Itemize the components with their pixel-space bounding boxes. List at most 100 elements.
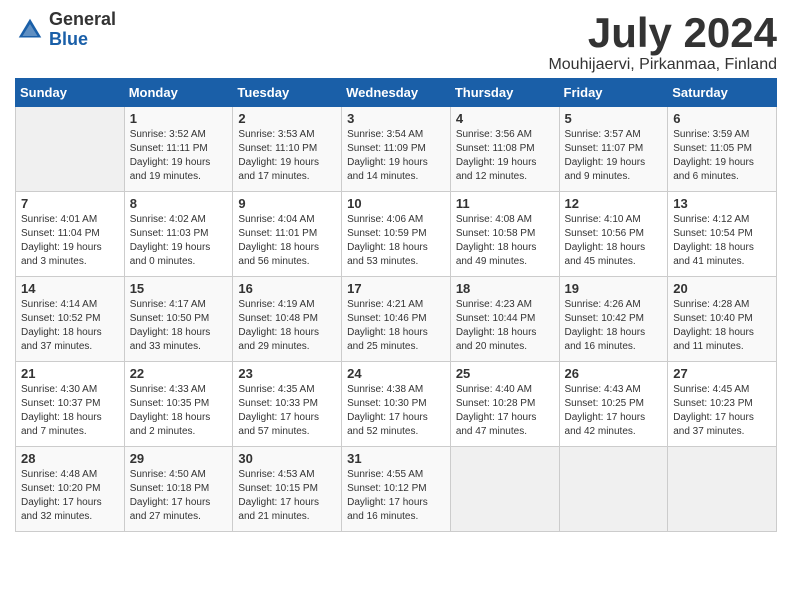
weekday-header: Wednesday: [342, 79, 451, 107]
day-number: 28: [21, 451, 119, 466]
day-number: 17: [347, 281, 445, 296]
logo-blue: Blue: [49, 30, 116, 50]
day-info: Sunrise: 3:59 AMSunset: 11:05 PMDaylight…: [673, 128, 771, 184]
calendar-cell: [559, 447, 668, 532]
logo-icon: [15, 15, 45, 45]
day-info: Sunrise: 3:54 AMSunset: 11:09 PMDaylight…: [347, 128, 445, 184]
day-info: Sunrise: 4:17 AMSunset: 10:50 PMDaylight…: [130, 298, 228, 354]
day-info: Sunrise: 4:21 AMSunset: 10:46 PMDaylight…: [347, 298, 445, 354]
day-number: 31: [347, 451, 445, 466]
day-info: Sunrise: 4:06 AMSunset: 10:59 PMDaylight…: [347, 213, 445, 269]
calendar-cell: 5 Sunrise: 3:57 AMSunset: 11:07 PMDayligh…: [559, 107, 668, 192]
day-number: 23: [238, 366, 336, 381]
day-number: 1: [130, 111, 228, 126]
day-number: 29: [130, 451, 228, 466]
calendar-cell: 11 Sunrise: 4:08 AMSunset: 10:58 PMDaylig…: [450, 192, 559, 277]
day-info: Sunrise: 4:04 AMSunset: 11:01 PMDaylight…: [238, 213, 336, 269]
weekday-header: Tuesday: [233, 79, 342, 107]
day-info: Sunrise: 4:53 AMSunset: 10:15 PMDaylight…: [238, 468, 336, 524]
calendar-cell: 19Sunrise: 4:26 AMSunset: 10:42 PMDaylig…: [559, 277, 668, 362]
day-info: Sunrise: 4:38 AMSunset: 10:30 PMDaylight…: [347, 383, 445, 439]
day-number: 6: [673, 111, 771, 126]
header-row: SundayMondayTuesdayWednesdayThursdayFrid…: [16, 79, 777, 107]
calendar-cell: 1 Sunrise: 3:52 AMSunset: 11:11 PMDayligh…: [124, 107, 233, 192]
day-info: Sunrise: 4:35 AMSunset: 10:33 PMDaylight…: [238, 383, 336, 439]
day-info: Sunrise: 4:12 AMSunset: 10:54 PMDaylight…: [673, 213, 771, 269]
calendar-cell: 17 Sunrise: 4:21 AMSunset: 10:46 PMDaylig…: [342, 277, 451, 362]
calendar-cell: 2 Sunrise: 3:53 AMSunset: 11:10 PMDayligh…: [233, 107, 342, 192]
calendar-week-row: 7 Sunrise: 4:01 AMSunset: 11:04 PMDayligh…: [16, 192, 777, 277]
day-info: Sunrise: 4:45 AMSunset: 10:23 PMDaylight…: [673, 383, 771, 439]
day-number: 3: [347, 111, 445, 126]
logo-general: General: [49, 10, 116, 30]
calendar-cell: 22Sunrise: 4:33 AMSunset: 10:35 PMDaylig…: [124, 362, 233, 447]
calendar-week-row: 21Sunrise: 4:30 AMSunset: 10:37 PMDaylig…: [16, 362, 777, 447]
day-info: Sunrise: 3:52 AMSunset: 11:11 PMDaylight…: [130, 128, 228, 184]
day-number: 18: [456, 281, 554, 296]
day-number: 16: [238, 281, 336, 296]
day-info: Sunrise: 4:01 AMSunset: 11:04 PMDaylight…: [21, 213, 119, 269]
calendar-cell: 14Sunrise: 4:14 AMSunset: 10:52 PMDaylig…: [16, 277, 125, 362]
day-number: 8: [130, 196, 228, 211]
calendar-cell: 16 Sunrise: 4:19 AMSunset: 10:48 PMDaylig…: [233, 277, 342, 362]
calendar-cell: 10 Sunrise: 4:06 AMSunset: 10:59 PMDaylig…: [342, 192, 451, 277]
day-number: 4: [456, 111, 554, 126]
day-number: 2: [238, 111, 336, 126]
day-info: Sunrise: 4:50 AMSunset: 10:18 PMDaylight…: [130, 468, 228, 524]
calendar-cell: 26Sunrise: 4:43 AMSunset: 10:25 PMDaylig…: [559, 362, 668, 447]
calendar-cell: 9 Sunrise: 4:04 AMSunset: 11:01 PMDayligh…: [233, 192, 342, 277]
title-block: July 2024 Mouhijaervi, Pirkanmaa, Finlan…: [548, 10, 777, 74]
calendar-cell: 31 Sunrise: 4:55 AMSunset: 10:12 PMDaylig…: [342, 447, 451, 532]
day-number: 5: [565, 111, 663, 126]
day-info: Sunrise: 4:48 AMSunset: 10:20 PMDaylight…: [21, 468, 119, 524]
calendar-table: SundayMondayTuesdayWednesdayThursdayFrid…: [15, 78, 777, 532]
calendar-cell: 12 Sunrise: 4:10 AMSunset: 10:56 PMDaylig…: [559, 192, 668, 277]
calendar-cell: 29 Sunrise: 4:50 AMSunset: 10:18 PMDaylig…: [124, 447, 233, 532]
day-info: Sunrise: 3:56 AMSunset: 11:08 PMDaylight…: [456, 128, 554, 184]
calendar-cell: 15 Sunrise: 4:17 AMSunset: 10:50 PMDaylig…: [124, 277, 233, 362]
calendar-cell: 18 Sunrise: 4:23 AMSunset: 10:44 PMDaylig…: [450, 277, 559, 362]
calendar-cell: 13Sunrise: 4:12 AMSunset: 10:54 PMDaylig…: [668, 192, 777, 277]
weekday-header: Thursday: [450, 79, 559, 107]
day-number: 15: [130, 281, 228, 296]
day-info: Sunrise: 4:19 AMSunset: 10:48 PMDaylight…: [238, 298, 336, 354]
calendar-week-row: 14Sunrise: 4:14 AMSunset: 10:52 PMDaylig…: [16, 277, 777, 362]
day-number: 30: [238, 451, 336, 466]
day-info: Sunrise: 4:08 AMSunset: 10:58 PMDaylight…: [456, 213, 554, 269]
day-number: 20: [673, 281, 771, 296]
calendar-cell: [16, 107, 125, 192]
page-header: General Blue July 2024 Mouhijaervi, Pirk…: [15, 10, 777, 74]
logo-text: General Blue: [49, 10, 116, 50]
month-year-title: July 2024: [548, 10, 777, 56]
day-info: Sunrise: 4:33 AMSunset: 10:35 PMDaylight…: [130, 383, 228, 439]
calendar-cell: 6 Sunrise: 3:59 AMSunset: 11:05 PMDayligh…: [668, 107, 777, 192]
day-number: 9: [238, 196, 336, 211]
day-number: 27: [673, 366, 771, 381]
calendar-week-row: 28 Sunrise: 4:48 AMSunset: 10:20 PMDaylig…: [16, 447, 777, 532]
day-number: 24: [347, 366, 445, 381]
day-number: 11: [456, 196, 554, 211]
day-number: 14: [21, 281, 119, 296]
calendar-week-row: 1 Sunrise: 3:52 AMSunset: 11:11 PMDayligh…: [16, 107, 777, 192]
day-info: Sunrise: 4:02 AMSunset: 11:03 PMDaylight…: [130, 213, 228, 269]
logo: General Blue: [15, 10, 116, 50]
day-info: Sunrise: 4:23 AMSunset: 10:44 PMDaylight…: [456, 298, 554, 354]
day-info: Sunrise: 4:40 AMSunset: 10:28 PMDaylight…: [456, 383, 554, 439]
calendar-cell: 21Sunrise: 4:30 AMSunset: 10:37 PMDaylig…: [16, 362, 125, 447]
calendar-cell: 30 Sunrise: 4:53 AMSunset: 10:15 PMDaylig…: [233, 447, 342, 532]
calendar-cell: 20Sunrise: 4:28 AMSunset: 10:40 PMDaylig…: [668, 277, 777, 362]
calendar-cell: 4 Sunrise: 3:56 AMSunset: 11:08 PMDayligh…: [450, 107, 559, 192]
weekday-header: Friday: [559, 79, 668, 107]
weekday-header: Monday: [124, 79, 233, 107]
day-number: 7: [21, 196, 119, 211]
day-number: 12: [565, 196, 663, 211]
day-info: Sunrise: 4:10 AMSunset: 10:56 PMDaylight…: [565, 213, 663, 269]
weekday-header: Sunday: [16, 79, 125, 107]
day-number: 10: [347, 196, 445, 211]
calendar-cell: 7 Sunrise: 4:01 AMSunset: 11:04 PMDayligh…: [16, 192, 125, 277]
day-number: 19: [565, 281, 663, 296]
day-info: Sunrise: 3:53 AMSunset: 11:10 PMDaylight…: [238, 128, 336, 184]
calendar-cell: 24 Sunrise: 4:38 AMSunset: 10:30 PMDaylig…: [342, 362, 451, 447]
day-info: Sunrise: 3:57 AMSunset: 11:07 PMDaylight…: [565, 128, 663, 184]
day-info: Sunrise: 4:55 AMSunset: 10:12 PMDaylight…: [347, 468, 445, 524]
